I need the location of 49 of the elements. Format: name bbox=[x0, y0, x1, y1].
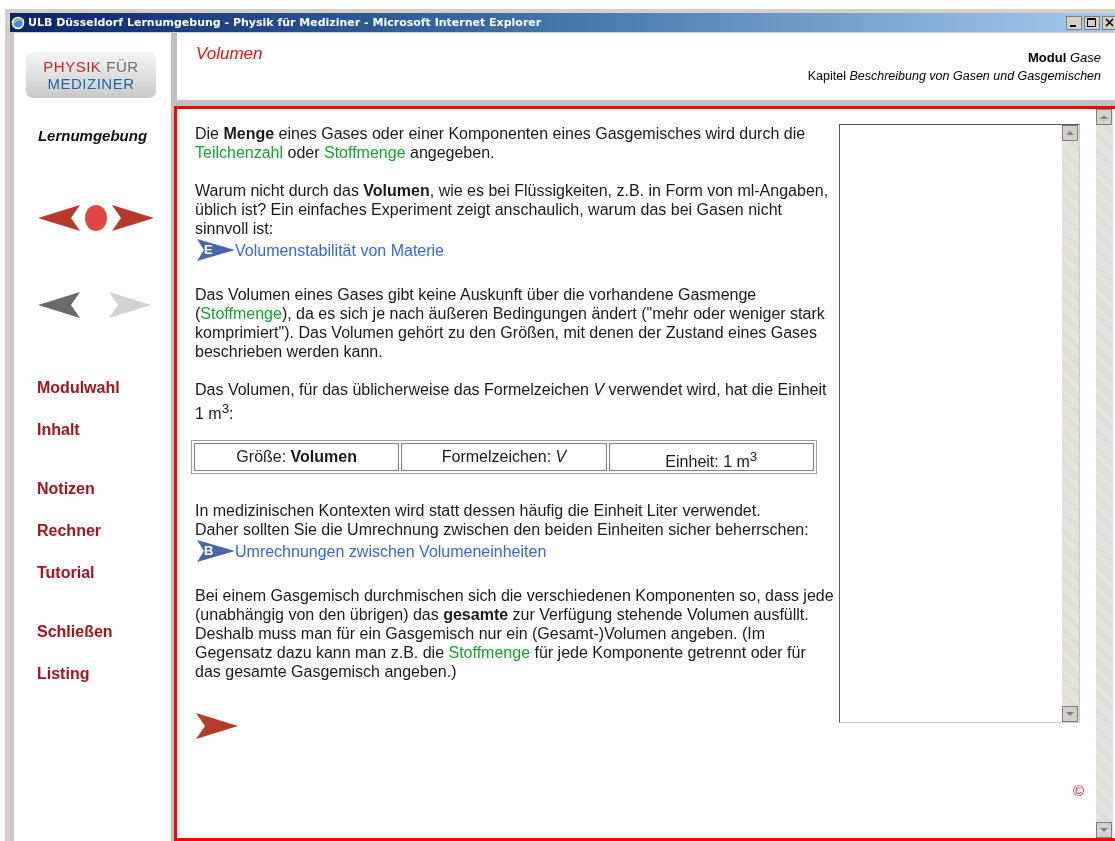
paragraph-text: Die Menge eines Gases oder einer Komponenten eines Gasgemisches wird durch die Teilchenzahl oder Stoffmenge angegeben. bbox=[195, 124, 807, 162]
sidebar-subtitle: Lernumgebung bbox=[36, 127, 149, 144]
glossary-link[interactable]: Stoffmenge bbox=[200, 305, 282, 322]
table-cell: Formelzeichen: V bbox=[401, 443, 607, 472]
paragraph-text: Das Volumen eines Gases gibt keine Auskunft über die vorhandene Gasmenge (Stoffmenge), da es sich je nach äußeren Bedingungen ändert ("mehr oder weniger stark komprimiert"). Das Volumen gehört zu den Größen, mit denen der Zustand eines Gases beschrieben werden kann. bbox=[195, 285, 826, 361]
exercise-link[interactable]: Umrechnungen zwischen Volumeneinheiten bbox=[235, 541, 547, 561]
menu-link[interactable]: Notizen bbox=[37, 479, 171, 498]
menu-link[interactable]: Schließen bbox=[37, 622, 171, 641]
paragraph-text: Bei einem Gasgemisch durchmischen sich die verschiedenen Komponenten so, dass jede (unabhängig von den übrigen) das gesamte zur Verfügung stehende Volumen ausfüllt. Deshalb muss man für ein Gasgemisch nur ein (Gesamt-)Volumen angeben. (Im Gegensatz dazu kann man z.B. die Stoffmenge für jede Komponente getrennt oder für das gesamte Gasgemisch angeben.) bbox=[195, 586, 835, 682]
window-title: ULB Düsseldorf Lernumgebung - Physik für Mediziner - Microsoft Internet Explorer bbox=[28, 16, 543, 29]
menu-link[interactable]: Rechner bbox=[37, 521, 171, 540]
close-button[interactable] bbox=[1102, 15, 1115, 30]
scrollbar[interactable] bbox=[1062, 125, 1079, 722]
circle-icon[interactable] bbox=[83, 205, 109, 231]
menu-link[interactable]: Inhalt bbox=[37, 420, 171, 439]
paragraph-text: Das Volumen, für das üblicherweise das Formelzeichen V verwendet wird, hat die Einheit 1 m$^{3}$: bbox=[195, 380, 828, 424]
table-cell: Einheit: 1 m$^{3}$ bbox=[608, 443, 814, 472]
back-arrow-icon[interactable] bbox=[37, 205, 81, 231]
arrow-badge-icon[interactable]: E bbox=[195, 239, 235, 261]
next-arrow-icon[interactable] bbox=[195, 713, 239, 740]
module-label: Modul Gase bbox=[1027, 49, 1101, 67]
chapter-label: Kapitel Beschreibung von Gasen und Gasgemischen bbox=[807, 68, 1101, 85]
scroll-up-icon[interactable] bbox=[1096, 109, 1112, 125]
glossary-link[interactable]: Stoffmenge bbox=[324, 144, 406, 161]
menu-link[interactable]: Tutorial bbox=[37, 563, 171, 582]
back-arrow-icon[interactable] bbox=[37, 292, 81, 318]
logo-text: PHYSIK bbox=[43, 58, 102, 75]
paragraph-text: Warum nicht durch das Volumen, wie es bei Flüssigkeiten, z.B. in Form von ml-Angaben, üblich ist? Ein einfaches Experiment zeigt anschaulich, warum das bei Gasen nicht sinnvoll ist: bbox=[195, 181, 830, 238]
minimize-button[interactable] bbox=[1066, 15, 1082, 30]
exercise-link[interactable]: Volumenstabilität von Materie bbox=[235, 240, 444, 260]
logo-text: MEDIZINER bbox=[47, 75, 135, 92]
glossary-link[interactable]: Teilchenzahl bbox=[195, 144, 284, 161]
scroll-down-icon[interactable] bbox=[1062, 706, 1078, 722]
notes-field[interactable] bbox=[839, 124, 1080, 723]
forward-arrow-icon[interactable] bbox=[111, 205, 155, 231]
scrollbar[interactable] bbox=[1096, 109, 1113, 838]
paragraph-text: In medizinischen Kontexten wird statt dessen häufig die Einheit Liter verwendet. Daher sollten Sie die Umrechnung zwischen den beiden Einheiten sicher beherrschen: bbox=[195, 501, 810, 540]
scroll-up-icon[interactable] bbox=[1062, 125, 1078, 141]
browser-icon bbox=[11, 15, 25, 30]
menu-link[interactable]: Modulwahl bbox=[37, 378, 171, 397]
glossary-link[interactable]: Stoffmenge bbox=[448, 644, 531, 662]
logo-text: FÜR bbox=[106, 58, 139, 75]
page-title: Volumen bbox=[196, 44, 263, 65]
menu-link[interactable]: Listing bbox=[37, 664, 171, 683]
arrow-badge-icon[interactable]: B bbox=[195, 540, 235, 563]
scroll-down-icon[interactable] bbox=[1096, 822, 1112, 838]
table-cell: Größe: Volumen bbox=[194, 443, 400, 472]
maximize-button[interactable] bbox=[1084, 15, 1100, 30]
copyright-link[interactable]: © bbox=[1072, 782, 1084, 799]
